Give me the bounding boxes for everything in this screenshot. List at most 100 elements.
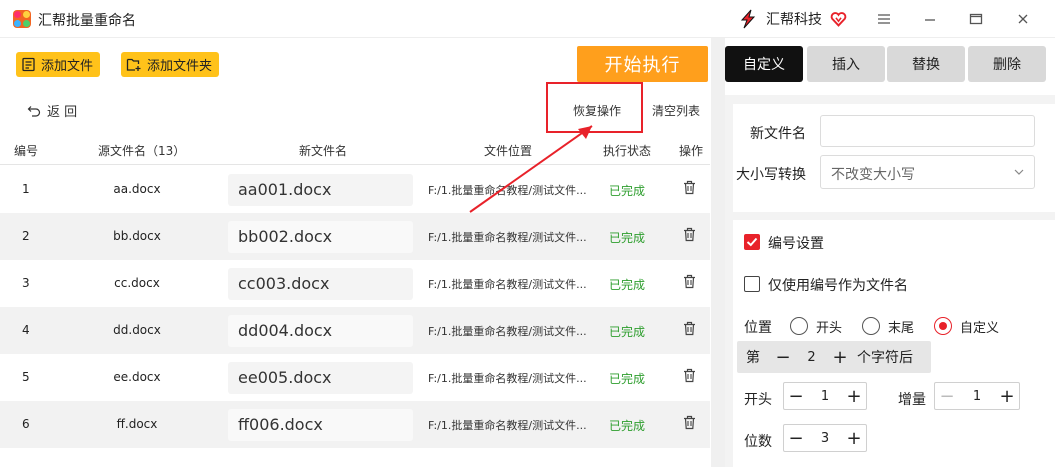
row-src-name: ff.docx [116,417,158,431]
clear-list-button[interactable]: 清空列表 [652,102,700,119]
minimize-icon[interactable] [916,6,944,32]
radio-custom[interactable] [934,317,952,335]
table-row-partial [0,449,710,467]
plus-icon[interactable]: + [842,386,866,407]
header-op: 操作 [679,144,704,158]
tab-replace[interactable]: 替换 [887,46,965,82]
trash-icon[interactable] [683,321,696,339]
trash-icon[interactable] [683,180,696,198]
start-button[interactable]: 开始执行 [577,46,708,82]
tab-delete[interactable]: 删除 [968,46,1046,82]
add-file-label: 添加文件 [41,59,94,74]
close-icon[interactable] [1009,6,1037,32]
tab-insert[interactable]: 插入 [807,46,885,82]
numbering-checkbox[interactable] [744,234,760,250]
trash-icon[interactable] [683,368,696,386]
new-name-label: 新文件名 [750,126,806,142]
row-new-name[interactable]: bb002.docx [228,221,413,253]
minus-icon[interactable]: − [784,386,808,407]
case-select[interactable]: 不改变大小写 [820,155,1035,189]
row-new-name[interactable]: ff006.docx [228,409,413,441]
row-num: 4 [22,323,30,337]
brand-name: 汇帮科技 [766,12,822,28]
row-src-name: cc.docx [114,276,160,290]
row-num: 3 [22,276,30,290]
header-loc: 文件位置 [484,144,533,158]
plus-icon[interactable]: + [995,386,1019,407]
row-location: F:/1.批量重命名教程/测试文件... [428,372,587,385]
row-new-name[interactable]: dd004.docx [228,315,413,347]
row-new-name[interactable]: cc003.docx [228,268,413,300]
custom-position-stepper[interactable]: − 2 + [770,343,853,371]
increment-value[interactable]: 1 [959,389,995,404]
maximize-icon[interactable] [962,6,990,32]
position-label: 位置 [744,320,772,336]
row-num: 1 [22,182,30,196]
trash-icon[interactable] [683,227,696,245]
row-src-name: dd.docx [113,323,161,337]
title-bar: 汇帮批量重命名 汇帮科技 [0,0,1055,38]
trash-icon[interactable] [683,274,696,292]
numbering-label: 编号设置 [768,236,824,252]
row-location: F:/1.批量重命名教程/测试文件... [428,278,587,291]
minus-icon[interactable]: − [771,347,795,368]
row-src-name: ee.docx [113,370,161,384]
panel-separator [711,38,725,467]
custom-position-value[interactable]: 2 [795,350,828,365]
digits-label: 位数 [744,434,772,450]
add-folder-button[interactable]: 添加文件夹 [121,52,220,77]
chevron-down-icon [1014,169,1024,175]
table-header: 编号 源文件名（13） 新文件名 文件位置 执行状态 操作 [0,133,710,165]
plus-icon[interactable]: + [842,428,866,449]
row-new-name[interactable]: ee005.docx [228,362,413,394]
case-label: 大小写转换 [736,167,806,183]
header-new: 新文件名 [299,144,348,158]
row-location: F:/1.批量重命名教程/测试文件... [428,419,587,432]
header-status: 执行状态 [603,144,652,158]
check-icon [746,237,758,247]
radio-start[interactable] [790,317,808,335]
minus-icon[interactable]: − [935,386,959,407]
add-file-button[interactable]: 添加文件 [16,52,101,77]
radio-custom-label: 自定义 [960,321,1000,336]
table-row[interactable]: 3 cc.docx cc003.docx F:/1.批量重命名教程/测试文件... 已完… [0,260,710,307]
row-status: 已完成 [609,231,646,245]
only-number-label: 仅使用编号作为文件名 [768,278,908,294]
case-select-value: 不改变大小写 [831,167,915,183]
row-src-name: bb.docx [113,229,161,243]
back-label: 返 回 [47,105,78,120]
row-new-name[interactable]: aa001.docx [228,174,413,206]
digits-value[interactable]: 3 [808,431,842,446]
tab-custom[interactable]: 自定义 [725,46,803,82]
undo-icon [27,105,41,117]
increment-stepper[interactable]: − 1 + [934,382,1020,410]
row-num: 5 [22,370,30,384]
table-row[interactable]: 4 dd.docx dd004.docx F:/1.批量重命名教程/测试文件... 已完… [0,307,710,354]
start-value[interactable]: 1 [808,389,842,404]
digits-stepper[interactable]: − 3 + [783,424,867,452]
increment-label: 增量 [898,392,926,408]
trash-icon[interactable] [683,415,696,433]
table-row[interactable]: 2 bb.docx bb002.docx F:/1.批量重命名教程/测试文件... 已完… [0,213,710,260]
app-logo-icon [13,10,31,28]
row-location: F:/1.批量重命名教程/测试文件... [428,325,587,338]
vip-heart-icon[interactable] [830,11,847,28]
start-stepper[interactable]: − 1 + [783,382,867,410]
table-row[interactable]: 6 ff.docx ff006.docx F:/1.批量重命名教程/测试文件... 已完… [0,401,710,448]
new-name-input[interactable] [820,115,1035,147]
table-row[interactable]: 5 ee.docx ee005.docx F:/1.批量重命名教程/测试文件... 已完… [0,354,710,401]
row-status: 已完成 [609,419,646,433]
radio-end-label: 末尾 [888,321,915,336]
minus-icon[interactable]: − [784,428,808,449]
only-number-checkbox[interactable] [744,276,760,292]
table-row[interactable]: 1 aa.docx aa001.docx F:/1.批量重命名教程/测试文件... 已完… [0,166,710,213]
radio-start-label: 开头 [816,321,843,336]
back-button[interactable]: 返 回 [27,101,77,120]
brand-logo-icon [740,9,756,29]
plus-icon[interactable]: + [828,347,852,368]
row-num: 2 [22,229,30,243]
menu-icon[interactable] [870,6,898,32]
radio-end[interactable] [862,317,880,335]
row-location: F:/1.批量重命名教程/测试文件... [428,184,587,197]
custom-suffix: 个字符后 [857,350,913,366]
